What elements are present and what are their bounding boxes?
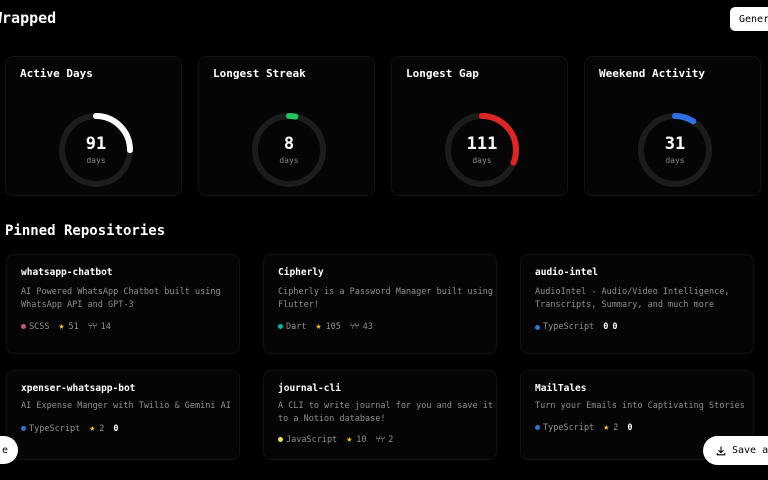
- stat-unit: days: [472, 156, 492, 165]
- save-as-button[interactable]: Save as: [703, 436, 768, 465]
- repo-description: Turn your Emails into Captivating Storie…: [535, 401, 745, 411]
- language-dot: [535, 324, 540, 330]
- repo-language: JavaScript: [278, 435, 337, 445]
- repo-name[interactable]: MailTales: [535, 383, 586, 394]
- repo-stars: ★ 105: [315, 321, 341, 332]
- repo-forks: ⑂⑂ 43: [349, 321, 373, 332]
- stat-label: Longest Streak: [213, 67, 306, 80]
- stat-card-weekend-activity: Weekend Activity 31 days: [584, 56, 761, 196]
- language-dot: [21, 426, 26, 431]
- stat-unit: days: [665, 156, 685, 165]
- repo-meta: SCSS ★ 51 ⑂⑂ 14: [21, 321, 111, 332]
- stat-value: 8: [283, 134, 295, 154]
- repo-forks: 0: [627, 422, 633, 433]
- page-title: Wrapped: [0, 9, 57, 27]
- repo-language: TypeScript: [535, 423, 594, 433]
- download-icon: [716, 445, 726, 455]
- repo-forks: ⑂⑂ 2: [375, 434, 394, 445]
- star-icon: ★: [58, 321, 65, 332]
- repo-forks: 0: [113, 423, 119, 434]
- repo-name[interactable]: journal-cli: [278, 383, 341, 394]
- repo-description: A CLI to write journal for you and save …: [278, 401, 493, 424]
- repo-name[interactable]: xpenser-whatsapp-bot: [21, 383, 135, 394]
- repo-forks: ⑂⑂ 14: [87, 321, 111, 332]
- repo-description: Cipherly is a Password Manager built usi…: [278, 287, 493, 310]
- language-dot: [278, 437, 283, 442]
- repo-card[interactable]: journal-cli A CLI to write journal for y…: [263, 370, 497, 460]
- stat-card-active-days: Active Days 91 days: [5, 56, 182, 196]
- repo-description: AI Powered WhatsApp Chatbot built using …: [21, 287, 221, 310]
- fork-icon: ⑂⑂: [349, 321, 360, 332]
- stat-label: Weekend Activity: [599, 67, 705, 80]
- repo-language: Dart: [278, 322, 306, 332]
- star-icon: ★: [89, 423, 96, 434]
- stat-label: Active Days: [20, 67, 93, 80]
- stat-unit: days: [279, 156, 299, 165]
- repo-meta: TypeScript ★ 2 0: [535, 422, 632, 433]
- stat-value: 31: [664, 134, 686, 154]
- repo-stars: ★ 2: [89, 423, 105, 434]
- fork-icon: ⑂⑂: [87, 321, 98, 332]
- repo-card[interactable]: whatsapp-chatbot AI Powered WhatsApp Cha…: [6, 254, 240, 354]
- language-dot: [21, 324, 26, 329]
- fork-icon: ⑂⑂: [375, 434, 385, 445]
- star-icon: ★: [315, 321, 322, 332]
- repo-meta: Dart ★ 105 ⑂⑂ 43: [278, 321, 373, 332]
- stat-unit: days: [86, 156, 106, 165]
- repo-name[interactable]: Cipherly: [278, 267, 324, 278]
- stat-card-longest-streak: Longest Streak 8 days: [198, 56, 375, 196]
- stat-label: Longest Gap: [406, 67, 479, 80]
- save-as-label: Save as: [732, 445, 768, 456]
- repo-meta: TypeScript ★ 2 0: [21, 423, 118, 434]
- repo-card[interactable]: Cipherly Cipherly is a Password Manager …: [263, 254, 497, 354]
- repo-card[interactable]: audio-intel AudioIntel - Audio/Video Int…: [520, 254, 754, 354]
- language-dot: [535, 425, 540, 430]
- repo-meta: JavaScript ★ 10 ⑂⑂ 2: [278, 434, 393, 445]
- repo-stars: ★ 2: [603, 422, 619, 433]
- repo-language: SCSS: [21, 322, 49, 332]
- repo-description: AI Expense Manger with Twilio & Gemini A…: [21, 401, 231, 411]
- stat-card-longest-gap: Longest Gap 111 days: [391, 56, 568, 196]
- repo-language: TypeScript: [535, 322, 594, 332]
- star-icon: ★: [346, 434, 353, 445]
- repo-stars: ★ 10: [346, 434, 367, 445]
- stat-value: 111: [466, 134, 498, 154]
- repo-name[interactable]: whatsapp-chatbot: [21, 267, 113, 278]
- repo-description: AudioIntel - Audio/Video Intelligence, T…: [535, 287, 730, 310]
- repo-card[interactable]: xpenser-whatsapp-bot AI Expense Manger w…: [6, 370, 240, 460]
- repo-name[interactable]: audio-intel: [535, 267, 598, 278]
- language-dot: [278, 324, 283, 329]
- repo-meta: TypeScript 00: [535, 322, 617, 332]
- repo-stars: 00: [603, 322, 618, 332]
- stat-value: 91: [85, 134, 107, 154]
- generate-button[interactable]: Generate: [730, 7, 768, 31]
- repo-language: TypeScript: [21, 424, 80, 434]
- star-icon: ★: [603, 422, 610, 433]
- pinned-repositories-title: Pinned Repositories: [5, 223, 166, 239]
- repo-stars: ★ 51: [58, 321, 79, 332]
